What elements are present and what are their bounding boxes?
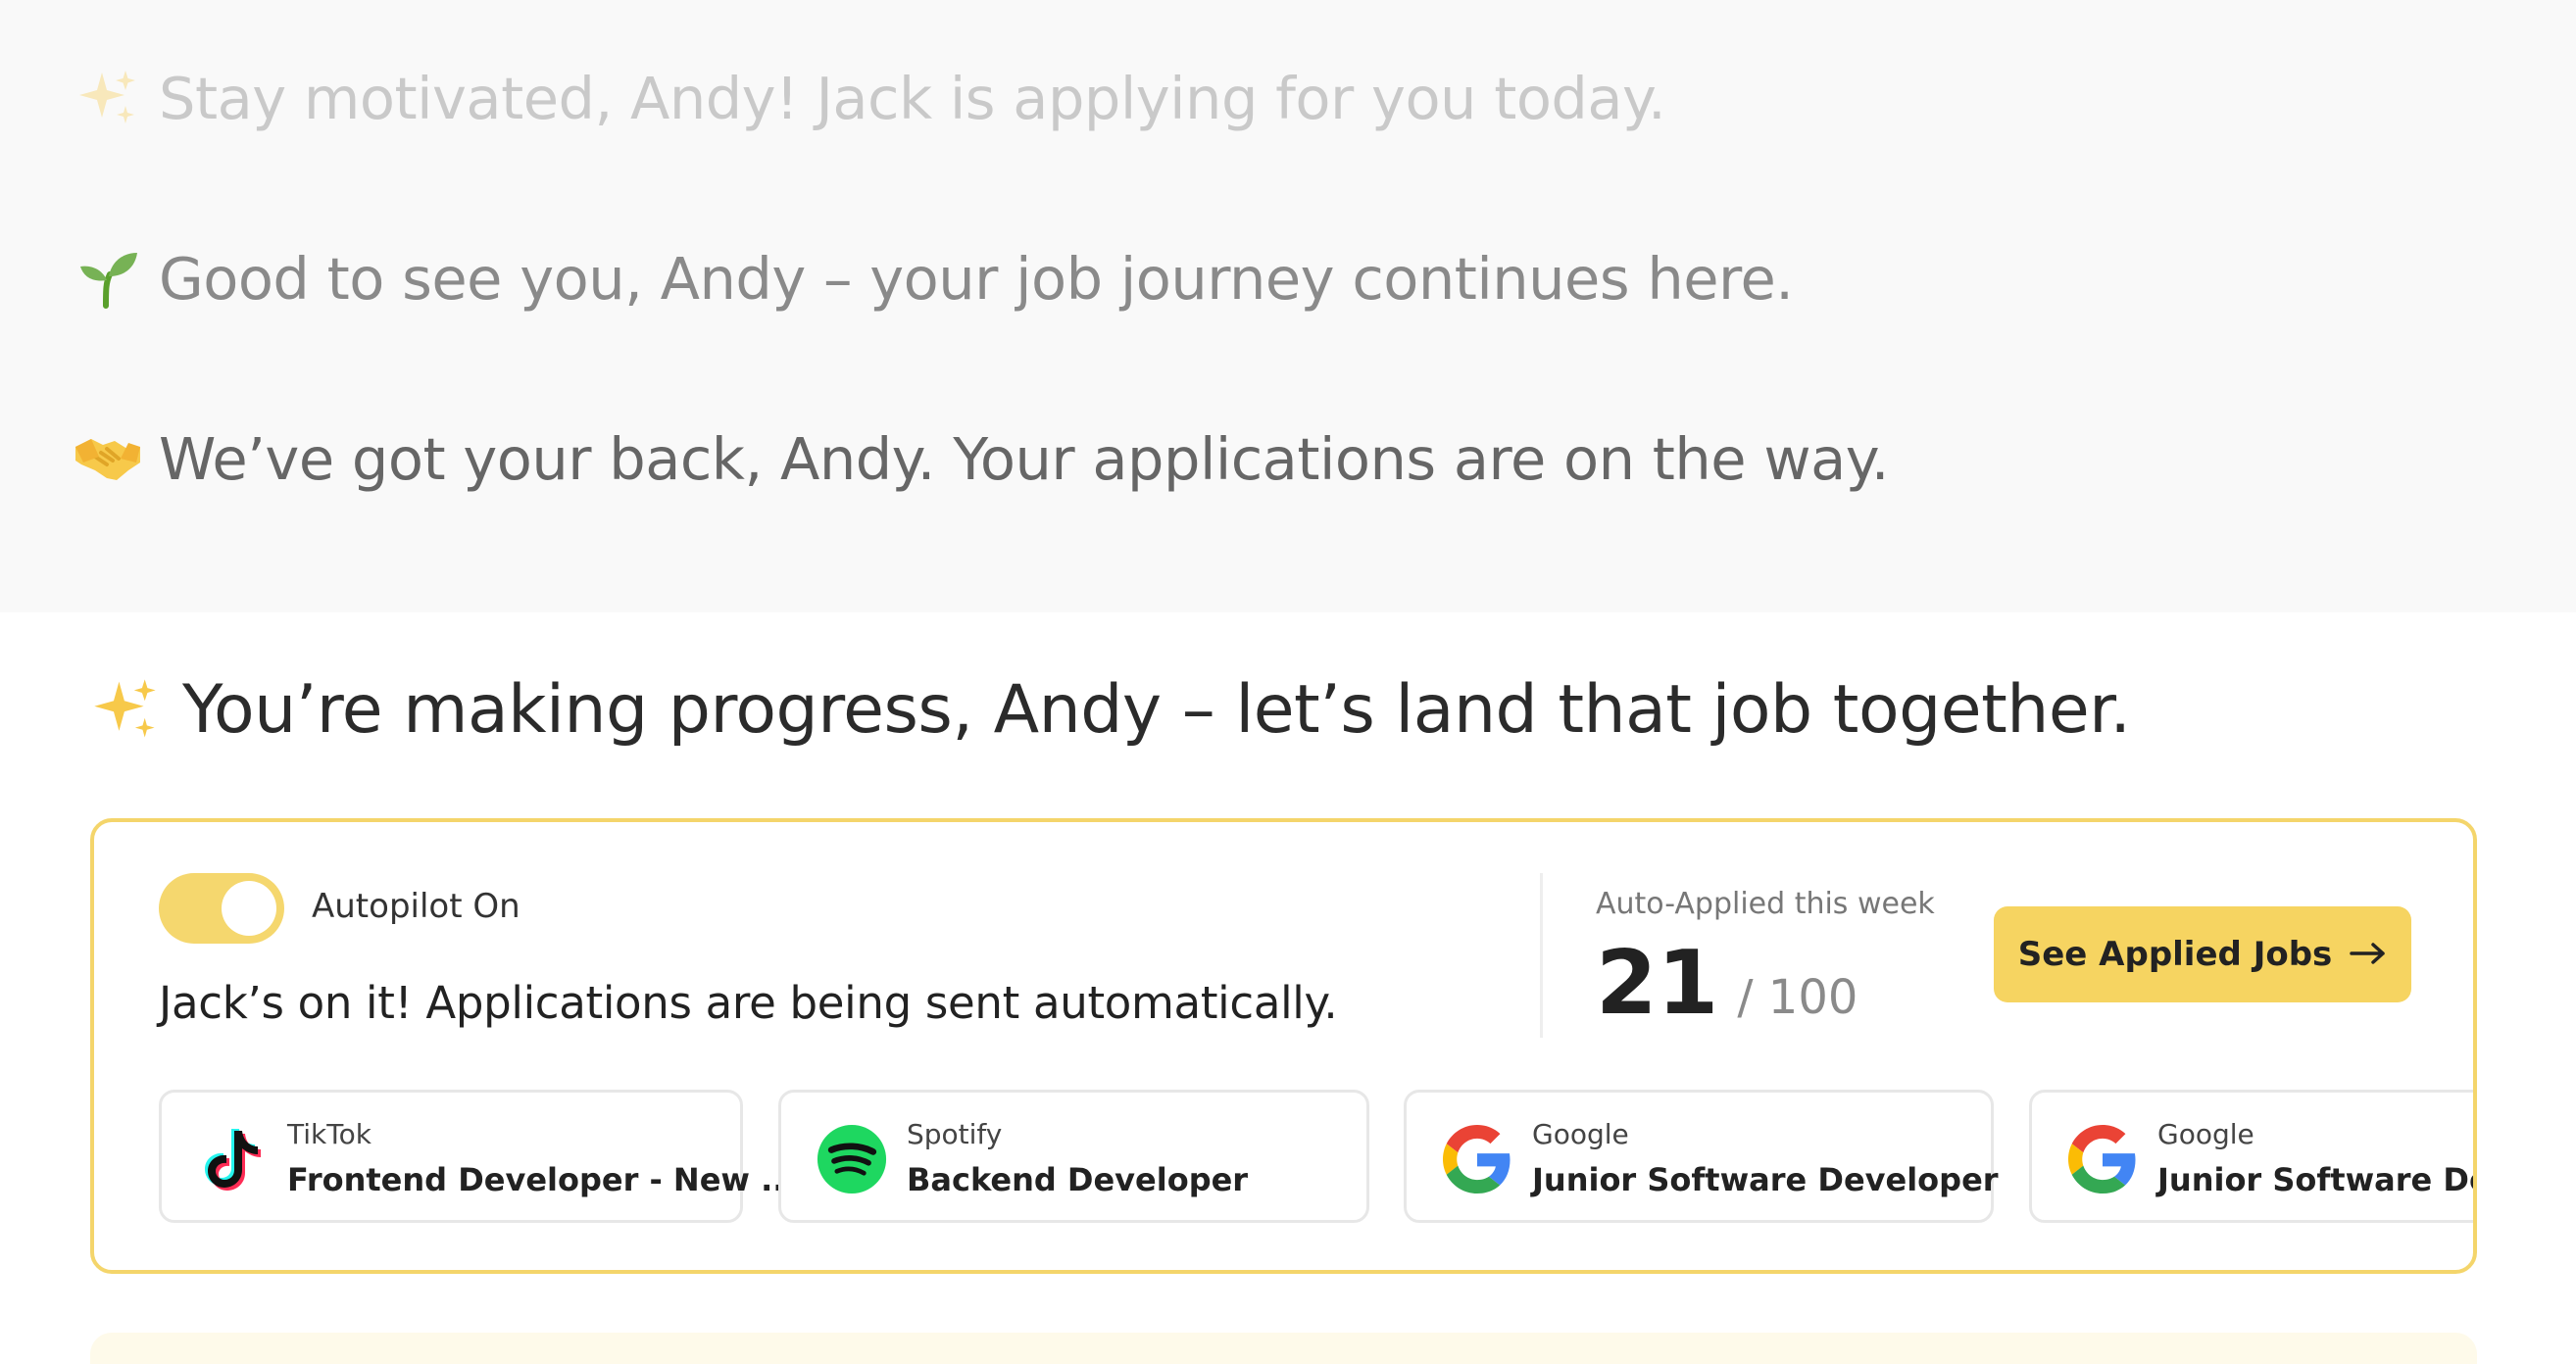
- job-card-google[interactable]: Google Junior Software Developer: [1404, 1090, 1999, 1223]
- tiktok-logo: [197, 1124, 268, 1194]
- job-card-tiktok[interactable]: TikTok Frontend Developer - New ...: [159, 1090, 797, 1223]
- job-role: Frontend Developer - New ...: [287, 1161, 797, 1198]
- sparkles-icon: [86, 670, 165, 749]
- autopilot-card: Autopilot On Jack’s on it! Applications …: [90, 818, 2477, 1274]
- job-company: TikTok: [287, 1118, 372, 1150]
- progress-headline: You’re making progress, Andy – let’s lan…: [86, 670, 2131, 749]
- job-role: Backend Developer: [907, 1161, 1249, 1198]
- motivation-text: Good to see you, Andy – your job journey…: [159, 244, 1794, 313]
- autopilot-label: Autopilot On: [312, 887, 520, 926]
- next-panel: [90, 1333, 2477, 1364]
- auto-applied-label: Auto-Applied this week: [1596, 887, 1935, 921]
- job-company: Google: [1532, 1118, 1629, 1150]
- toggle-knob: [222, 881, 276, 936]
- applied-count: 21: [1596, 932, 1719, 1035]
- job-card-google[interactable]: Google Junior Software Developer: [2029, 1090, 2473, 1223]
- applied-jobs-list: TikTok Frontend Developer - New ... Spot…: [159, 1090, 2473, 1223]
- motivation-area: Stay motivated, Andy! Jack is applying f…: [0, 0, 2576, 612]
- motivation-text: Stay motivated, Andy! Jack is applying f…: [159, 64, 1666, 132]
- spotify-logo: [817, 1124, 887, 1194]
- see-applied-jobs-label: See Applied Jobs: [2017, 935, 2333, 974]
- job-company: Spotify: [907, 1118, 1003, 1150]
- google-logo: [2067, 1124, 2138, 1194]
- job-role: Junior Software Developer: [1532, 1161, 1999, 1198]
- headline-text: You’re making progress, Andy – let’s lan…: [182, 670, 2131, 749]
- autopilot-status: Jack’s on it! Applications are being sen…: [159, 977, 1338, 1029]
- motivation-message-3: We’ve got your back, Andy. Your applicat…: [71, 421, 1890, 496]
- divider: [1540, 873, 1543, 1038]
- autopilot-dashboard: Stay motivated, Andy! Jack is applying f…: [0, 0, 2576, 1364]
- see-applied-jobs-button[interactable]: See Applied Jobs: [1994, 906, 2411, 1002]
- job-card-spotify[interactable]: Spotify Backend Developer: [778, 1090, 1369, 1223]
- seedling-icon: [71, 241, 145, 316]
- job-role: Junior Software Developer: [2157, 1161, 2473, 1198]
- sparkles-icon: [71, 61, 145, 135]
- arrow-right-icon: [2350, 935, 2387, 974]
- google-logo: [1442, 1124, 1512, 1194]
- motivation-message-1: Stay motivated, Andy! Jack is applying f…: [71, 61, 1666, 135]
- handshake-icon: [71, 421, 145, 496]
- autopilot-toggle[interactable]: [159, 873, 284, 944]
- auto-applied-count: 21 / 100: [1596, 932, 1858, 1035]
- applied-total: / 100: [1737, 970, 1858, 1025]
- motivation-message-2: Good to see you, Andy – your job journey…: [71, 241, 1794, 316]
- motivation-text: We’ve got your back, Andy. Your applicat…: [159, 424, 1890, 493]
- job-company: Google: [2157, 1118, 2254, 1150]
